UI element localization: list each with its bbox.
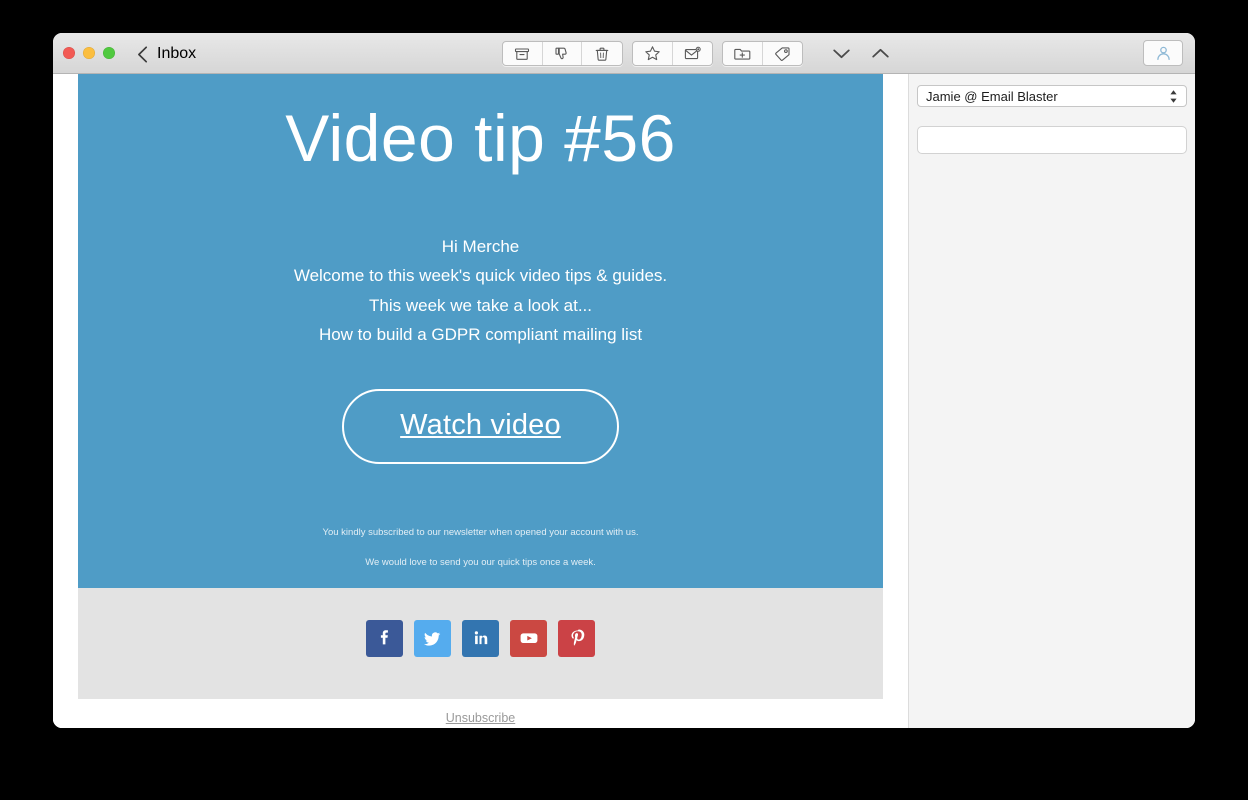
mark-unread-button[interactable]	[673, 42, 713, 65]
watch-video-button[interactable]: Watch video	[342, 388, 619, 464]
mail-window: Inbox Video tip #56 Hi Merche Welcome to…	[53, 33, 1195, 728]
social-links-row	[78, 619, 883, 657]
archive-icon	[515, 47, 530, 60]
message-pane: Video tip #56 Hi Merche Welcome to this …	[53, 74, 908, 728]
twitter-link[interactable]	[414, 619, 451, 657]
window-titlebar: Inbox	[53, 33, 1195, 74]
contact-details-button[interactable]	[1143, 40, 1183, 66]
email-greeting: Hi Merche	[441, 236, 520, 256]
email-line-2: This week we take a look at...	[369, 295, 592, 315]
archive-button[interactable]	[503, 42, 543, 65]
facebook-icon	[380, 630, 388, 645]
sidebar-note-input[interactable]	[917, 126, 1187, 154]
maximize-window-button[interactable]	[103, 47, 115, 59]
email-line-3: How to build a GDPR compliant mailing li…	[318, 325, 643, 345]
minimize-window-button[interactable]	[83, 47, 95, 59]
email-hero-section: Video tip #56 Hi Merche Welcome to this …	[78, 74, 883, 588]
flag-button[interactable]	[633, 42, 673, 65]
next-message-button[interactable]	[822, 41, 860, 66]
chevron-up-icon	[871, 48, 889, 58]
tag-icon	[774, 46, 790, 61]
trash-icon	[595, 47, 609, 61]
back-button-label: Inbox	[157, 45, 197, 62]
chevron-left-icon	[138, 45, 148, 63]
contact-person-icon	[1156, 46, 1170, 60]
linkedin-link[interactable]	[462, 619, 499, 657]
email-footer: Unsubscribe This email was sent by Jamie…	[78, 698, 883, 728]
toolbar-group-organize	[722, 41, 803, 66]
permission-line-2: We would love to send you our quick tips…	[365, 557, 596, 569]
account-select-label: Jamie @ Email Blaster	[926, 88, 1058, 104]
permission-line-1: You kindly subscribed to our newsletter …	[322, 526, 639, 538]
pinterest-link[interactable]	[558, 619, 595, 657]
chevron-down-icon	[832, 49, 850, 59]
toolbar-group-flags	[632, 41, 713, 66]
delete-button[interactable]	[582, 42, 622, 65]
email-content: Video tip #56 Hi Merche Welcome to this …	[78, 74, 883, 728]
move-to-folder-button[interactable]	[723, 42, 763, 65]
toolbar-group-triage	[502, 41, 623, 66]
youtube-icon	[520, 633, 537, 644]
back-to-inbox-button[interactable]: Inbox	[137, 42, 196, 66]
cta-wrapper: Watch video	[78, 388, 883, 464]
window-body: Video tip #56 Hi Merche Welcome to this …	[53, 74, 1195, 728]
permission-reminder: You kindly subscribed to our newsletter …	[78, 528, 883, 588]
screen: Inbox Video tip #56 Hi Merche Welcome to…	[0, 0, 1248, 800]
right-sidebar: Jamie @ Email Blaster	[908, 74, 1195, 728]
junk-button[interactable]	[543, 42, 583, 65]
linkedin-icon	[474, 631, 487, 645]
twitter-icon	[423, 632, 441, 646]
move-to-folder-icon	[734, 48, 751, 60]
tag-button[interactable]	[763, 42, 803, 65]
star-icon	[645, 46, 660, 61]
stepper-arrows-icon	[1170, 89, 1177, 103]
close-window-button[interactable]	[63, 47, 75, 59]
unsubscribe-link[interactable]: Unsubscribe	[446, 711, 515, 725]
account-select[interactable]: Jamie @ Email Blaster	[917, 85, 1187, 107]
previous-message-button[interactable]	[861, 41, 899, 66]
social-links-band	[78, 587, 883, 699]
mark-unread-icon	[684, 46, 701, 59]
traffic-lights	[63, 47, 115, 59]
youtube-link[interactable]	[510, 619, 547, 657]
facebook-link[interactable]	[366, 619, 403, 657]
email-line-1: Welcome to this week's quick video tips …	[293, 266, 668, 286]
email-title: Video tip #56	[285, 101, 676, 175]
thumbs-down-icon	[555, 47, 567, 59]
pinterest-icon	[571, 629, 584, 647]
